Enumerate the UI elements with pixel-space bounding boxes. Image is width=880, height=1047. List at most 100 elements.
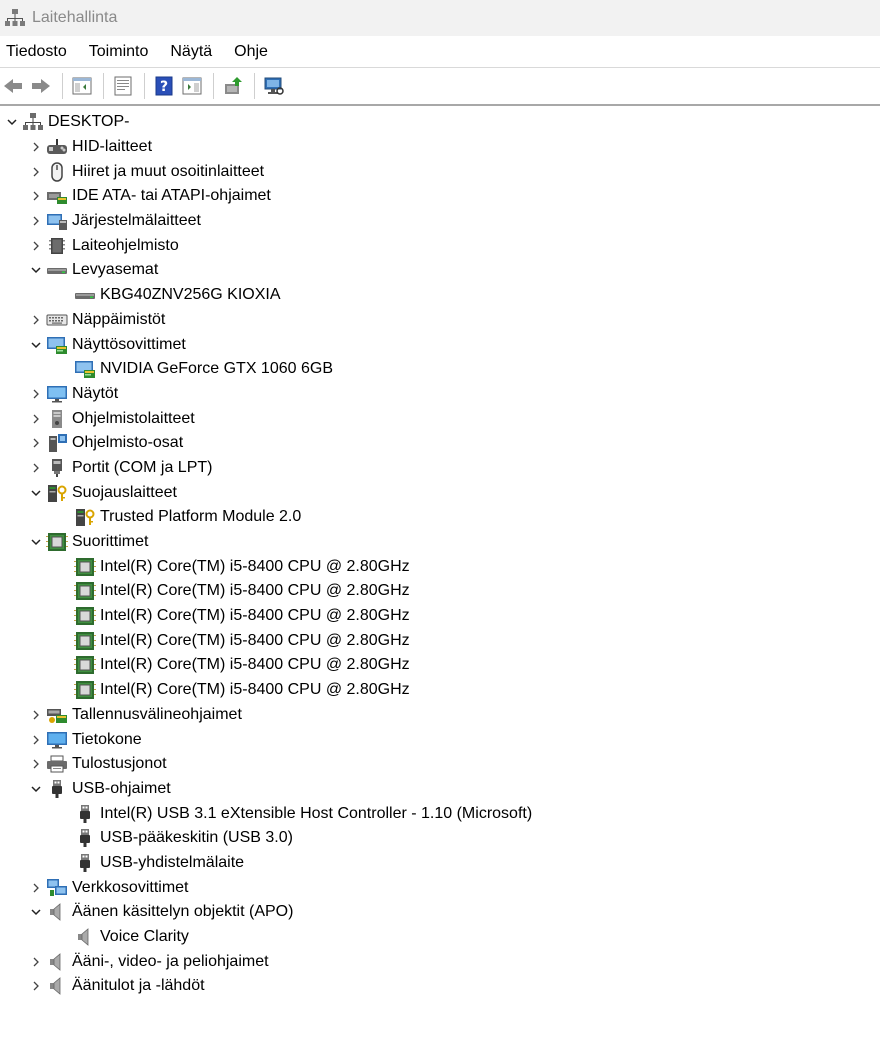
toolbar-separator [213,73,214,99]
back-arrow-button[interactable] [0,73,26,99]
tree-device[interactable]: NVIDIA GeForce GTX 1060 6GB [0,357,880,382]
tree-category[interactable]: Ääni-, video- ja peliohjaimet [0,949,880,974]
toolbar-separator [62,73,63,99]
properties-button[interactable] [110,73,136,99]
tree-category[interactable]: Suorittimet [0,530,880,555]
software-component-icon [46,432,68,454]
tree-device[interactable]: KBG40ZNV256G KIOXIA [0,283,880,308]
chevron-right-icon[interactable] [26,433,46,453]
chevron-right-icon[interactable] [26,458,46,478]
menu-item-2[interactable]: Näytä [170,43,212,61]
processor-icon [74,605,96,627]
chevron-right-icon[interactable] [26,384,46,404]
display-adapter-icon [74,358,96,380]
title-bar: Laitehallinta [0,0,880,36]
chevron-right-icon[interactable] [26,162,46,182]
tree-root[interactable]: DESKTOP- [0,110,880,135]
chevron-right-icon[interactable] [26,976,46,996]
tree-item-label: Suojauslaitteet [72,483,177,501]
chevron-right-icon[interactable] [26,878,46,898]
tree-item-label: Näytöt [72,384,119,402]
tree-category[interactable]: Näytöt [0,382,880,407]
tree-device[interactable]: Intel(R) Core(TM) i5-8400 CPU @ 2.80GHz [0,604,880,629]
chevron-down-icon[interactable] [2,112,22,132]
show-hide-console-tree-button[interactable] [69,73,95,99]
software-device-icon [46,408,68,430]
tree-category[interactable]: Tallennusvälineohjaimet [0,703,880,728]
tree-category[interactable]: Äänitulot ja -lähdöt [0,974,880,999]
chevron-right-icon[interactable] [26,236,46,256]
tree-category[interactable]: Laiteohjelmisto [0,233,880,258]
chevron-down-icon[interactable] [26,532,46,552]
update-driver-button[interactable] [220,73,246,99]
toolbar: ? [0,68,880,106]
tree-item-label: Verkkosovittimet [72,878,189,896]
chevron-right-icon[interactable] [26,952,46,972]
tree-category[interactable]: Levyasemat [0,258,880,283]
tree-category[interactable]: USB-ohjaimet [0,777,880,802]
chevron-right-icon[interactable] [26,137,46,157]
processor-icon [74,556,96,578]
tree-device[interactable]: Intel(R) Core(TM) i5-8400 CPU @ 2.80GHz [0,579,880,604]
chevron-down-icon[interactable] [26,260,46,280]
tree-device[interactable]: Trusted Platform Module 2.0 [0,505,880,530]
scan-hardware-button[interactable] [261,73,287,99]
tree-device[interactable]: USB-yhdistelmälaite [0,851,880,876]
usb-icon [74,852,96,874]
forward-arrow-icon [30,75,52,97]
chevron-right-icon[interactable] [26,409,46,429]
tree-category[interactable]: Näyttösovittimet [0,332,880,357]
chevron-down-icon[interactable] [26,779,46,799]
menu-item-0[interactable]: Tiedosto [6,43,67,61]
chevron-right-icon[interactable] [26,186,46,206]
tree-device[interactable]: Intel(R) Core(TM) i5-8400 CPU @ 2.80GHz [0,628,880,653]
toolbar-separator [254,73,255,99]
tree-category[interactable]: Tulostusjonot [0,752,880,777]
chevron-right-icon[interactable] [26,705,46,725]
menu-item-1[interactable]: Toiminto [89,43,149,61]
chevron-right-icon[interactable] [26,310,46,330]
chevron-right-icon[interactable] [26,754,46,774]
chevron-down-icon[interactable] [26,335,46,355]
tree-device[interactable]: Intel(R) Core(TM) i5-8400 CPU @ 2.80GHz [0,653,880,678]
tree-item-label: Ohjelmisto-osat [72,434,184,452]
tree-category[interactable]: Suojauslaitteet [0,480,880,505]
tree-item-label: Voice Clarity [100,928,189,946]
ide-controller-icon [46,185,68,207]
svg-text:?: ? [160,79,168,95]
help-button[interactable]: ? [151,73,177,99]
tree-category[interactable]: Ohjelmistolaitteet [0,406,880,431]
chevron-down-icon[interactable] [26,902,46,922]
tree-category[interactable]: Äänen käsittelyn objektit (APO) [0,900,880,925]
chevron-right-icon[interactable] [26,730,46,750]
tree-category[interactable]: IDE ATA- tai ATAPI-ohjaimet [0,184,880,209]
tree-category[interactable]: HID-laitteet [0,135,880,160]
show-action-pane-button[interactable] [179,73,205,99]
tree-item-label: HID-laitteet [72,138,153,156]
tree-device[interactable]: Intel(R) USB 3.1 eXtensible Host Control… [0,801,880,826]
tree-category[interactable]: Ohjelmisto-osat [0,431,880,456]
computer-icon [46,729,68,751]
tree-category[interactable]: Verkkosovittimet [0,875,880,900]
forward-arrow-button[interactable] [28,73,54,99]
tree-device[interactable]: Intel(R) Core(TM) i5-8400 CPU @ 2.80GHz [0,678,880,703]
disk-drive-icon [74,284,96,306]
show-action-pane-icon [181,75,203,97]
chevron-right-icon[interactable] [26,211,46,231]
tree-item-label: Äänen käsittelyn objektit (APO) [72,903,294,921]
hid-icon [46,136,68,158]
tree-item-label: Ääni-, video- ja peliohjaimet [72,952,269,970]
tree-category[interactable]: Järjestelmälaitteet [0,209,880,234]
chevron-down-icon[interactable] [26,483,46,503]
tree-item-label: Järjestelmälaitteet [72,212,201,230]
tree-device[interactable]: USB-pääkeskitin (USB 3.0) [0,826,880,851]
tree-device[interactable]: Voice Clarity [0,925,880,950]
tree-category[interactable]: Tietokone [0,727,880,752]
tree-category[interactable]: Portit (COM ja LPT) [0,456,880,481]
menu-item-3[interactable]: Ohje [234,43,268,61]
tree-category[interactable]: Näppäimistöt [0,308,880,333]
tree-device[interactable]: Intel(R) Core(TM) i5-8400 CPU @ 2.80GHz [0,554,880,579]
tree-category[interactable]: Hiiret ja muut osoitinlaitteet [0,159,880,184]
security-device-icon [74,506,96,528]
tree-item-label: Intel(R) Core(TM) i5-8400 CPU @ 2.80GHz [100,656,410,674]
